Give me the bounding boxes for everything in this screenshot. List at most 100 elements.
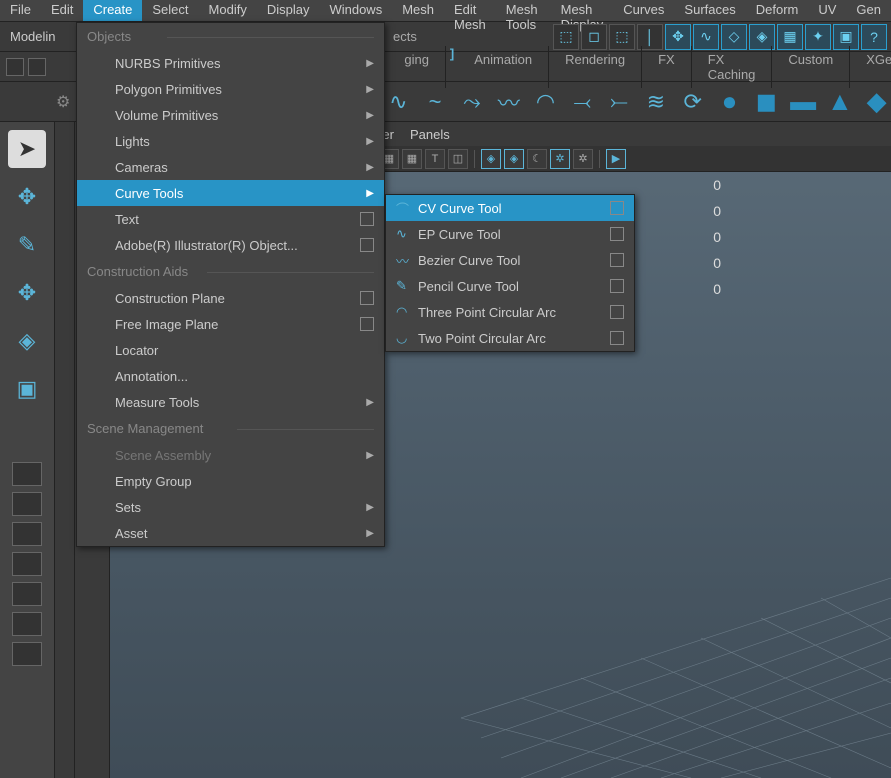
menuitem-lights[interactable]: Lights▶ bbox=[77, 128, 384, 154]
curve-detach-icon[interactable]: ⤚ bbox=[605, 87, 634, 117]
layout-four-icon[interactable] bbox=[12, 492, 42, 516]
layout-outliner-icon[interactable] bbox=[12, 582, 42, 606]
layout-uv-icon[interactable] bbox=[12, 642, 42, 666]
layout-persp-icon[interactable] bbox=[12, 552, 42, 576]
menu-create[interactable]: Create bbox=[83, 0, 142, 21]
cube-icon[interactable]: ◼ bbox=[752, 87, 781, 117]
checkbox-icon[interactable] bbox=[610, 253, 624, 267]
menuitem-polygon[interactable]: Polygon Primitives▶ bbox=[77, 76, 384, 102]
menuitem-curvetools[interactable]: Curve Tools▶ bbox=[77, 180, 384, 206]
submenu-cv[interactable]: ⌒CV Curve Tool bbox=[386, 195, 634, 221]
curve-pencil-icon[interactable]: 〰 bbox=[494, 87, 523, 117]
menu-curves[interactable]: Curves bbox=[613, 0, 674, 21]
vp-iso2-icon[interactable]: ◈ bbox=[504, 149, 524, 169]
menu-editmesh[interactable]: Edit Mesh bbox=[444, 0, 496, 21]
submenu-threepc[interactable]: ◠Three Point Circular Arc bbox=[386, 299, 634, 325]
menu-uv[interactable]: UV bbox=[808, 0, 846, 21]
curve-ep-icon[interactable]: ~ bbox=[421, 87, 450, 117]
checkbox-icon[interactable] bbox=[360, 212, 374, 226]
vp-xray-icon[interactable]: ◫ bbox=[448, 149, 468, 169]
menu-surfaces[interactable]: Surfaces bbox=[674, 0, 745, 21]
menuitem-annotation[interactable]: Annotation... bbox=[77, 363, 384, 389]
gear-icon[interactable]: ⚙ bbox=[56, 92, 75, 112]
menu-select[interactable]: Select bbox=[142, 0, 198, 21]
curve-bezier-icon[interactable]: ⤳ bbox=[458, 87, 487, 117]
ep-curve-icon: ∿ bbox=[396, 226, 418, 242]
tab-fxcaching[interactable]: FX Caching bbox=[692, 46, 773, 88]
vp-tex-icon[interactable]: ▦ bbox=[402, 149, 422, 169]
menuitem-emptygrp[interactable]: Empty Group bbox=[77, 468, 384, 494]
vp-light-icon[interactable]: T bbox=[425, 149, 445, 169]
menu-modify[interactable]: Modify bbox=[199, 0, 257, 21]
menuitem-constplane[interactable]: Construction Plane bbox=[77, 285, 384, 311]
arc2-icon: ◡ bbox=[396, 330, 418, 346]
menuitem-volume[interactable]: Volume Primitives▶ bbox=[77, 102, 384, 128]
menu-edit[interactable]: Edit bbox=[41, 0, 83, 21]
checkbox-icon[interactable] bbox=[610, 331, 624, 345]
menuitem-sceneasm[interactable]: Scene Assembly▶ bbox=[77, 442, 384, 468]
menu-deform[interactable]: Deform bbox=[746, 0, 809, 21]
select-tool[interactable]: ➤ bbox=[8, 130, 46, 168]
vp-iso-icon[interactable]: ◈ bbox=[481, 149, 501, 169]
menuitem-text[interactable]: Text bbox=[77, 206, 384, 232]
cone-icon[interactable]: ▲ bbox=[825, 87, 854, 117]
menu-gen[interactable]: Gen bbox=[846, 0, 891, 21]
vp-motion-icon[interactable]: ✲ bbox=[550, 149, 570, 169]
scale-tool[interactable]: ▣ bbox=[8, 370, 46, 408]
menuitem-cameras[interactable]: Cameras▶ bbox=[77, 154, 384, 180]
menuitem-sets[interactable]: Sets▶ bbox=[77, 494, 384, 520]
menuitem-nurbs[interactable]: NURBS Primitives▶ bbox=[77, 50, 384, 76]
tab-animation[interactable]: Animation bbox=[458, 46, 549, 88]
layout-picker-icon[interactable] bbox=[6, 58, 24, 76]
layout-hyper-icon[interactable] bbox=[12, 612, 42, 636]
vp-menu-panels[interactable]: Panels bbox=[410, 127, 450, 142]
tab-rendering[interactable]: Rendering bbox=[549, 46, 642, 88]
layout-two-icon[interactable] bbox=[12, 522, 42, 546]
cylinder-icon[interactable]: ▬ bbox=[789, 87, 818, 117]
checkbox-icon[interactable] bbox=[610, 227, 624, 241]
tab-fx[interactable]: FX bbox=[642, 46, 692, 88]
menuitem-asset[interactable]: Asset▶ bbox=[77, 520, 384, 546]
submenu-twopc[interactable]: ◡Two Point Circular Arc bbox=[386, 325, 634, 351]
vp-aa-icon[interactable]: ✲ bbox=[573, 149, 593, 169]
vp-expose-icon[interactable]: ▶ bbox=[606, 149, 626, 169]
checkbox-icon[interactable] bbox=[360, 291, 374, 305]
tab-xgen[interactable]: XGen bbox=[850, 46, 891, 88]
curve-rebuild-icon[interactable]: ≋ bbox=[641, 87, 670, 117]
lasso-tool[interactable]: ✥ bbox=[8, 178, 46, 216]
module-selector[interactable]: Modelin bbox=[0, 29, 75, 44]
menuitem-illustrator[interactable]: Adobe(R) Illustrator(R) Object... bbox=[77, 232, 384, 258]
checkbox-icon[interactable] bbox=[360, 238, 374, 252]
menu-meshdisplay[interactable]: Mesh Display bbox=[551, 0, 614, 21]
submenu-bezier[interactable]: 〰Bezier Curve Tool bbox=[386, 247, 634, 273]
checkbox-icon[interactable] bbox=[360, 317, 374, 331]
channel-collapse[interactable] bbox=[55, 122, 75, 778]
layout-picker2-icon[interactable] bbox=[28, 58, 46, 76]
layout-single-icon[interactable] bbox=[12, 462, 42, 486]
paint-select-tool[interactable]: ✎ bbox=[8, 226, 46, 264]
tab-ging[interactable]: ging bbox=[388, 46, 446, 88]
curve-attach-icon[interactable]: ⤙ bbox=[568, 87, 597, 117]
menuitem-measure[interactable]: Measure Tools▶ bbox=[77, 389, 384, 415]
curve-open-icon[interactable]: ⟳ bbox=[678, 87, 707, 117]
menuitem-locator[interactable]: Locator bbox=[77, 337, 384, 363]
menu-file[interactable]: File bbox=[0, 0, 41, 21]
menu-windows[interactable]: Windows bbox=[319, 0, 392, 21]
menu-meshtools[interactable]: Mesh Tools bbox=[496, 0, 551, 21]
curve-arc-icon[interactable]: ◠ bbox=[531, 87, 560, 117]
checkbox-icon[interactable] bbox=[610, 201, 624, 215]
checkbox-icon[interactable] bbox=[610, 305, 624, 319]
submenu-ep[interactable]: ∿EP Curve Tool bbox=[386, 221, 634, 247]
menu-mesh[interactable]: Mesh bbox=[392, 0, 444, 21]
menuitem-freeimg[interactable]: Free Image Plane bbox=[77, 311, 384, 337]
move-tool[interactable]: ✥ bbox=[8, 274, 46, 312]
menu-display[interactable]: Display bbox=[257, 0, 320, 21]
tab-custom[interactable]: Custom bbox=[772, 46, 850, 88]
curve-cv-icon[interactable]: ∿ bbox=[384, 87, 413, 117]
vp-ao-icon[interactable]: ☾ bbox=[527, 149, 547, 169]
rotate-tool[interactable]: ◈ bbox=[8, 322, 46, 360]
diamond-icon[interactable]: ◆ bbox=[862, 87, 891, 117]
submenu-pencil[interactable]: ✎Pencil Curve Tool bbox=[386, 273, 634, 299]
sphere-icon[interactable]: ● bbox=[715, 87, 744, 117]
checkbox-icon[interactable] bbox=[610, 279, 624, 293]
